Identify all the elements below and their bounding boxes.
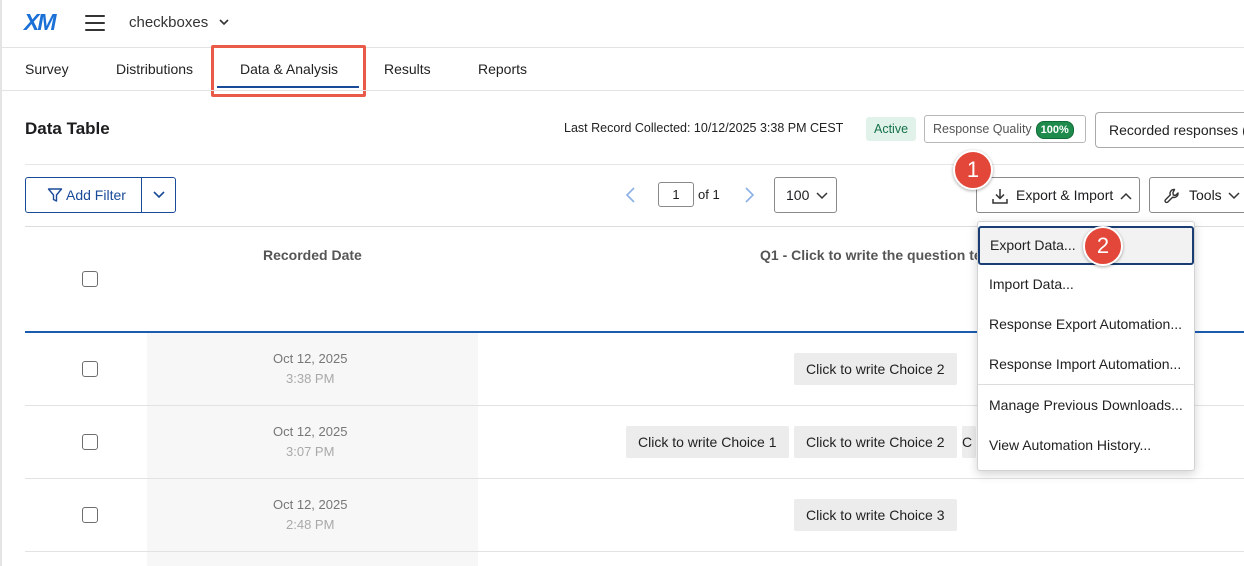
choice-chip: Click to write Choice 2 (794, 353, 957, 385)
choice-chip: Click to write Choice 1 (626, 426, 789, 458)
step-marker-1: 1 (953, 150, 993, 190)
filter-icon (47, 188, 63, 202)
recorded-time: 3:38 PM (286, 371, 335, 386)
page-number-input[interactable]: 1 (658, 182, 694, 207)
wrench-icon (1164, 188, 1179, 204)
chevron-down-icon[interactable] (217, 15, 231, 29)
column-header-recorded-date[interactable]: Recorded Date (263, 247, 362, 263)
page-count: of 1 (698, 187, 720, 202)
menu-item-label: Import Data... (989, 276, 1074, 292)
tab-results[interactable]: Results (384, 61, 431, 77)
chevron-down-icon (816, 192, 828, 200)
choice-chip: Click to write Choice 2 (794, 426, 957, 458)
response-quality-pill: 100% (1035, 121, 1074, 139)
row-checkbox[interactable] (82, 507, 98, 523)
chevron-up-icon (1120, 192, 1132, 200)
chevron-right-icon[interactable] (742, 186, 756, 204)
project-name[interactable]: checkboxes (129, 14, 208, 31)
tools-button[interactable]: Tools (1149, 177, 1244, 213)
select-all-checkbox[interactable] (82, 271, 98, 287)
menu-item-import-data[interactable]: Import Data... (978, 265, 1194, 305)
response-quality-button[interactable]: Response Quality 100% (924, 115, 1086, 143)
divider (0, 90, 1244, 91)
add-filter-button[interactable]: Add Filter (25, 177, 142, 213)
row-divider (25, 551, 1244, 552)
export-import-menu: Export Data... Import Data... Response E… (977, 221, 1195, 471)
recorded-time: 2:48 PM (286, 517, 335, 532)
response-quality-label: Response Quality (933, 122, 1032, 136)
add-filter-label: Add Filter (66, 187, 126, 203)
window-edge (0, 0, 2, 566)
recorded-date: Oct 12, 2025 (273, 351, 348, 366)
per-page-value: 100 (786, 187, 810, 203)
menu-item-response-export-automation[interactable]: Response Export Automation... (978, 305, 1194, 345)
choice-chip: Click to write Choice 3 (794, 499, 957, 531)
export-import-label: Export & Import (1016, 187, 1114, 203)
export-import-button[interactable]: Export & Import (976, 177, 1140, 213)
row-checkbox[interactable] (82, 361, 98, 377)
menu-divider (978, 384, 1194, 385)
hamburger-menu-icon[interactable] (85, 15, 105, 31)
per-page-select[interactable]: 100 (774, 177, 837, 213)
step-marker-2: 2 (1083, 226, 1123, 266)
xm-logo[interactable]: XM (24, 9, 56, 36)
menu-item-view-automation-history[interactable]: View Automation History... (978, 426, 1194, 466)
last-record-collected: Last Record Collected: 10/12/2025 3:38 P… (564, 121, 844, 135)
menu-item-response-import-automation[interactable]: Response Import Automation... (978, 345, 1194, 385)
page-title: Data Table (25, 119, 110, 138)
recorded-date: Oct 12, 2025 (273, 424, 348, 439)
tab-survey[interactable]: Survey (25, 61, 69, 77)
menu-item-manage-previous-downloads[interactable]: Manage Previous Downloads... (978, 386, 1194, 426)
menu-item-label: Export Data... (990, 237, 1076, 253)
status-badge: Active (866, 117, 917, 141)
divider (25, 164, 1244, 165)
tab-distributions[interactable]: Distributions (116, 61, 193, 77)
divider (0, 47, 1244, 48)
menu-item-label: Manage Previous Downloads... (989, 397, 1183, 413)
menu-item-label: View Automation History... (989, 437, 1152, 453)
row-divider (25, 478, 1244, 479)
menu-item-label: Response Export Automation... (989, 316, 1182, 332)
chevron-down-icon (1228, 192, 1240, 200)
filter-dropdown-button[interactable] (141, 177, 176, 213)
recorded-time: 3:07 PM (286, 444, 335, 459)
recorded-date: Oct 12, 2025 (273, 497, 348, 512)
column-header-q1[interactable]: Q1 - Click to write the question text (760, 247, 994, 263)
chevron-left-icon[interactable] (624, 186, 638, 204)
recorded-responses-select[interactable]: Recorded responses ( (1095, 112, 1244, 148)
row-checkbox[interactable] (82, 434, 98, 450)
download-icon (992, 189, 1008, 204)
choice-chip: C (962, 426, 976, 458)
chevron-down-icon (153, 191, 165, 199)
tools-label: Tools (1189, 187, 1222, 203)
menu-item-label: Response Import Automation... (989, 356, 1182, 372)
tab-reports[interactable]: Reports (478, 61, 527, 77)
